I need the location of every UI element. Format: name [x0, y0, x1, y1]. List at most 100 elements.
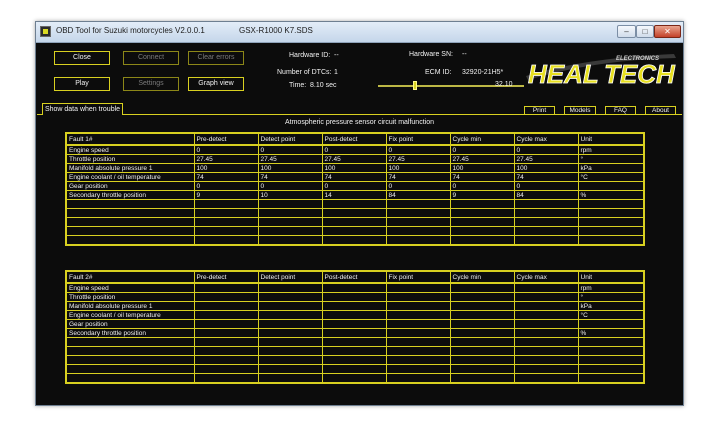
close-window-button[interactable]: ✕	[654, 25, 681, 38]
column-header-post-detect: Post-detect	[321, 132, 387, 146]
value-cell	[513, 235, 579, 246]
parameter-name-cell: Gear position	[65, 181, 195, 191]
value-cell	[321, 301, 387, 311]
play-button[interactable]: Play	[54, 77, 110, 91]
print-button[interactable]: Print	[524, 106, 555, 115]
settings-button[interactable]: Settings	[123, 77, 179, 91]
value-cell: 0	[321, 144, 387, 155]
faq-button[interactable]: FAQ	[605, 106, 636, 115]
parameter-name-cell: Secondary throttle position	[65, 190, 195, 200]
minimize-button[interactable]: –	[617, 25, 636, 38]
value-cell: 100	[321, 163, 387, 173]
table-row	[65, 199, 645, 209]
dtc-count-value: 1	[334, 69, 338, 76]
value-cell	[321, 346, 387, 356]
parameter-name-cell	[65, 217, 195, 227]
value-cell	[385, 364, 451, 374]
time-slider-handle[interactable]	[412, 81, 417, 90]
table-row	[65, 235, 645, 246]
value-cell	[513, 355, 579, 365]
ecm-id-value: 32920-21H5*	[462, 69, 504, 76]
value-cell	[513, 310, 579, 320]
maximize-button[interactable]: □	[636, 25, 654, 38]
column-header-pre-detect: Pre-detect	[193, 132, 259, 146]
tab-divider	[122, 114, 682, 115]
value-cell	[193, 217, 259, 227]
value-cell	[449, 373, 515, 384]
connect-button[interactable]: Connect	[123, 51, 179, 65]
unit-cell	[577, 337, 645, 347]
table-row: Throttle position °	[65, 292, 645, 302]
parameter-name-cell	[65, 226, 195, 236]
value-cell	[385, 226, 451, 236]
value-cell	[385, 310, 451, 320]
table-row: Gear position	[65, 319, 645, 329]
tab-show-data-when-trouble[interactable]: Show data when trouble	[42, 103, 123, 115]
value-cell: 74	[513, 172, 579, 182]
value-cell	[321, 328, 387, 338]
window-file-name: GSX-R1000 K7.SDS	[239, 26, 313, 35]
value-cell	[449, 235, 515, 246]
value-cell	[449, 199, 515, 209]
value-cell	[513, 226, 579, 236]
fault-2-rows: Engine speed rpm Throttle position ° Manifol…	[65, 282, 645, 384]
parameter-name-cell: Manifold absolute pressure 1	[65, 301, 195, 311]
value-cell	[321, 292, 387, 302]
fault-2-label: Fault 2#	[65, 270, 195, 284]
value-cell: 27.45	[257, 154, 323, 164]
value-cell: 74	[193, 172, 259, 182]
table-row: Throttle position 27.45 27.45 27.45 27.45 27.…	[65, 154, 645, 164]
value-cell	[321, 208, 387, 218]
value-cell	[193, 292, 259, 302]
value-cell	[321, 337, 387, 347]
value-cell	[257, 199, 323, 209]
clear-errors-button[interactable]: Clear errors	[188, 51, 244, 65]
value-cell	[257, 319, 323, 329]
parameter-name-cell: Throttle position	[65, 292, 195, 302]
value-cell	[257, 217, 323, 227]
parameter-name-cell	[65, 364, 195, 374]
unit-cell: rpm	[577, 282, 645, 293]
unit-cell	[577, 346, 645, 356]
value-cell	[257, 226, 323, 236]
value-cell	[449, 319, 515, 329]
table-row: Gear position 0 0 0 0 0 0	[65, 181, 645, 191]
column-header-cycle-max: Cycle max	[513, 132, 579, 146]
table-row: Engine coolant / oil temperature 74 74 74 74…	[65, 172, 645, 182]
value-cell: 100	[513, 163, 579, 173]
unit-cell	[577, 226, 645, 236]
close-button[interactable]: Close	[54, 51, 110, 65]
app-icon	[40, 26, 51, 37]
value-cell	[257, 301, 323, 311]
table-row: Secondary throttle position 9 10 14 84 9 84%	[65, 190, 645, 200]
table-row: Engine speed rpm	[65, 282, 645, 293]
value-cell	[257, 373, 323, 384]
column-header-pre-detect: Pre-detect	[193, 270, 259, 284]
time-value: 8.10 sec	[310, 82, 337, 89]
models-button[interactable]: Models	[564, 106, 596, 115]
value-cell: 0	[193, 144, 259, 155]
about-button[interactable]: About	[645, 106, 676, 115]
value-cell	[257, 310, 323, 320]
title-bar[interactable]: OBD Tool for Suzuki motorcycles V2.0.0.1…	[36, 22, 683, 43]
value-cell	[385, 346, 451, 356]
fault-1-header-row: Fault 1# Pre-detect Detect point Post-de…	[65, 132, 645, 146]
unit-cell	[577, 364, 645, 374]
table-row	[65, 355, 645, 365]
graph-view-button[interactable]: Graph view	[188, 77, 244, 91]
value-cell	[385, 282, 451, 293]
value-cell	[193, 310, 259, 320]
value-cell	[193, 301, 259, 311]
value-cell	[385, 301, 451, 311]
value-cell	[385, 337, 451, 347]
column-header-detect-point: Detect point	[257, 270, 323, 284]
value-cell	[449, 337, 515, 347]
value-cell	[193, 199, 259, 209]
value-cell	[385, 328, 451, 338]
table-row: Manifold absolute pressure 1 kPa	[65, 301, 645, 311]
column-header-unit: Unit	[577, 270, 645, 284]
unit-cell	[577, 373, 645, 384]
column-header-detect-point: Detect point	[257, 132, 323, 146]
value-cell: 0	[257, 181, 323, 191]
fault-1-table: Fault 1# Pre-detect Detect point Post-de…	[65, 132, 645, 246]
